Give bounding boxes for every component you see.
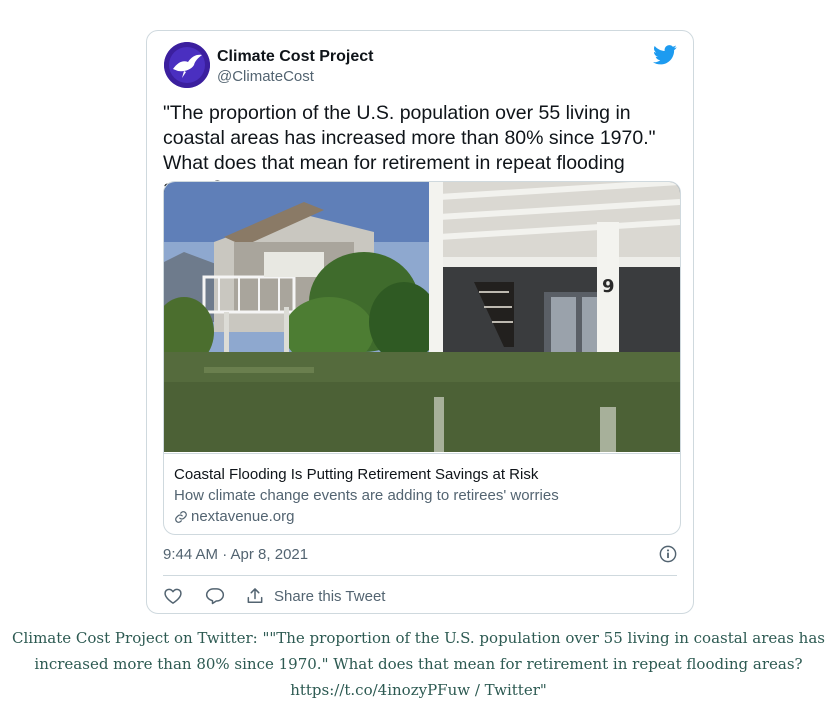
link-domain[interactable]: nextavenue.org: [174, 508, 294, 525]
link-preview-body: Coastal Flooding Is Putting Retirement S…: [164, 453, 680, 534]
author-name[interactable]: Climate Cost Project: [217, 48, 373, 66]
tweet-caption: Climate Cost Project on Twitter: ""The p…: [10, 625, 827, 703]
house-number: 9: [602, 276, 615, 297]
flooded-houses-image: 9: [164, 182, 680, 452]
link-description: How climate change events are adding to …: [174, 487, 559, 504]
divider: [163, 575, 677, 576]
caption-line: increased more than 80% since 1970." Wha…: [34, 655, 803, 673]
share-upload-icon[interactable]: [245, 586, 265, 606]
info-icon[interactable]: [659, 545, 677, 563]
link-title[interactable]: Coastal Flooding Is Putting Retirement S…: [174, 466, 538, 483]
tweet-text-line: coastal areas has increased more than 80…: [163, 127, 656, 149]
avatar[interactable]: [164, 42, 210, 88]
author-handle[interactable]: @ClimateCost: [217, 68, 314, 85]
link-preview-card[interactable]: 9 Coastal Flooding Is Putting Retirement…: [163, 181, 681, 535]
link-domain-text: nextavenue.org: [191, 508, 295, 525]
caption-line: https://t.co/4inozyPFuw / Twitter": [290, 681, 547, 699]
twitter-bird-icon[interactable]: [653, 44, 677, 66]
caption-line: Climate Cost Project on Twitter: ""The p…: [12, 629, 825, 647]
tweet-timestamp[interactable]: 9:44 AM · Apr 8, 2021: [163, 546, 308, 563]
heart-icon[interactable]: [163, 586, 183, 606]
link-icon: [175, 510, 187, 523]
bird-logo-icon: [164, 42, 210, 88]
embedded-tweet[interactable]: Climate Cost Project @ClimateCost "The p…: [146, 30, 694, 614]
share-tweet-button[interactable]: Share this Tweet: [274, 588, 385, 605]
tweet-actions: Share this Tweet: [163, 584, 385, 608]
tweet-text-line: "The proportion of the U.S. population o…: [163, 102, 631, 124]
speech-bubble-icon[interactable]: [205, 586, 225, 606]
